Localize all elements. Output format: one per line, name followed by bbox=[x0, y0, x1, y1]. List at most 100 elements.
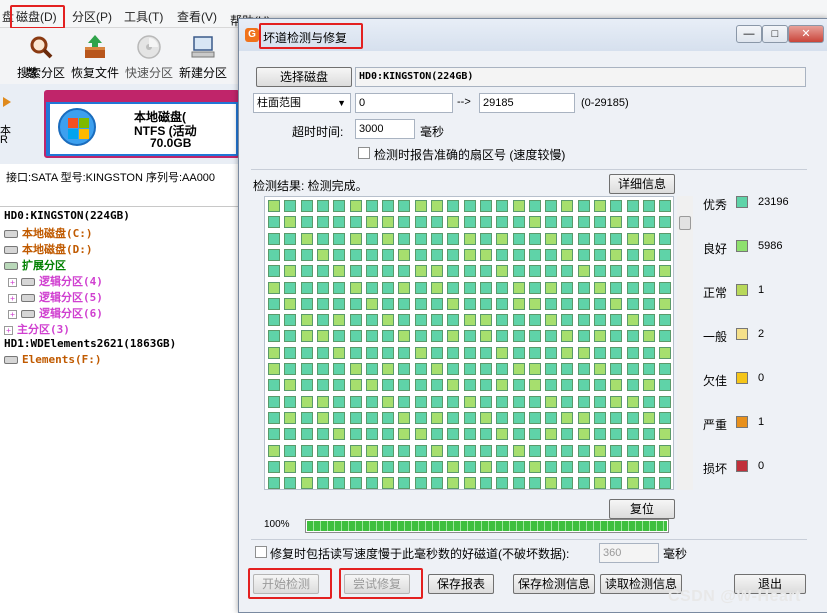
expand-icon[interactable]: + bbox=[4, 325, 13, 335]
save-detect-info-button[interactable]: 保存检测信息 bbox=[513, 574, 595, 594]
sector-cell bbox=[398, 346, 411, 359]
sector-cell bbox=[626, 281, 639, 294]
tree-item-logical-6[interactable]: + 逻辑分区(6) bbox=[8, 305, 103, 321]
sector-cell bbox=[594, 248, 606, 261]
sector-cell bbox=[300, 363, 313, 375]
sector-cell bbox=[479, 346, 492, 359]
sector-cell bbox=[545, 216, 558, 229]
range-end-input[interactable]: 29185 bbox=[479, 93, 575, 113]
sector-cell bbox=[414, 363, 427, 375]
sector-cell bbox=[512, 248, 525, 261]
sector-cell bbox=[577, 232, 590, 245]
menu-item-view[interactable]: 查看(V) bbox=[177, 8, 217, 25]
tree-item-disk-d[interactable]: 本地磁盘(D:) bbox=[4, 241, 93, 257]
sector-cell bbox=[349, 411, 362, 424]
expand-icon[interactable]: + bbox=[8, 309, 17, 319]
sector-cell bbox=[349, 346, 362, 359]
sector-cell bbox=[398, 216, 411, 229]
sector-cell bbox=[463, 444, 476, 457]
sector-cell bbox=[496, 444, 509, 457]
sector-cell bbox=[447, 281, 460, 294]
tree-item-primary-3[interactable]: + 主分区(3) bbox=[4, 321, 70, 337]
sector-cell bbox=[610, 281, 623, 294]
toolbar-recover-files-button[interactable]: 恢复文件 bbox=[64, 34, 126, 84]
timeout-unit: 毫秒 bbox=[420, 125, 445, 139]
sector-cell bbox=[528, 248, 541, 261]
dialog-title-bar[interactable]: G 坏道检测与修复 — □ ✕ bbox=[239, 19, 827, 51]
tree-item-label: 逻辑分区(4) bbox=[39, 275, 103, 288]
sector-cell bbox=[545, 297, 558, 310]
close-button[interactable]: ✕ bbox=[788, 25, 824, 43]
reset-button[interactable]: 复位 bbox=[609, 499, 675, 519]
sector-cell bbox=[431, 444, 443, 457]
disk-name-field: HD0:KINGSTON(224GB) bbox=[355, 67, 806, 87]
sector-cell bbox=[545, 444, 558, 457]
sector-cell bbox=[528, 460, 541, 473]
sector-cell bbox=[333, 379, 346, 392]
sector-cell bbox=[414, 411, 427, 424]
sector-cell bbox=[300, 281, 313, 294]
sector-cell bbox=[414, 379, 427, 392]
partition-icon bbox=[4, 246, 18, 254]
sector-cell bbox=[268, 411, 280, 424]
tree-item-logical-5[interactable]: + 逻辑分区(5) bbox=[8, 289, 103, 305]
tree-item-label: HD1:WDElements2621(1863GB) bbox=[4, 337, 177, 350]
tree-item-extended[interactable]: 扩展分区 bbox=[4, 257, 66, 273]
sector-cell bbox=[365, 314, 378, 327]
legend-label: 损坏 bbox=[703, 462, 728, 476]
sector-cell bbox=[284, 330, 297, 343]
range-type-select[interactable]: 柱面范围 ▼ bbox=[253, 93, 351, 113]
sector-cell bbox=[414, 477, 427, 490]
report-sector-checkbox[interactable] bbox=[358, 147, 370, 159]
sector-cell bbox=[414, 330, 427, 343]
legend-label: 严重 bbox=[703, 418, 728, 432]
sector-cell bbox=[642, 363, 655, 375]
tree-item-hd0[interactable]: HD0:KINGSTON(224GB) bbox=[4, 209, 130, 222]
toolbar-search-partition-button[interactable]: 搜索分区 bbox=[10, 34, 72, 84]
toolbar-search-label: 搜索分区 bbox=[16, 66, 65, 80]
sector-cell bbox=[300, 395, 313, 408]
sector-cell bbox=[268, 379, 280, 392]
range-start-input[interactable]: 0 bbox=[355, 93, 453, 113]
timeout-input[interactable]: 3000 bbox=[355, 119, 415, 139]
partition-bar[interactable]: 本地磁盘( NTFS (活动 70.0GB bbox=[44, 90, 240, 158]
maximize-button[interactable]: □ bbox=[762, 25, 788, 43]
minimize-button[interactable]: — bbox=[736, 25, 762, 43]
menu-item-tools[interactable]: 工具(T) bbox=[124, 8, 163, 25]
save-report-button[interactable]: 保存报表 bbox=[428, 574, 494, 594]
legend-swatch bbox=[736, 240, 748, 252]
expand-icon[interactable]: + bbox=[8, 277, 17, 287]
grid-scrollbar[interactable] bbox=[677, 196, 693, 490]
toolbar-new-partition-button[interactable]: 新建分区 bbox=[172, 34, 234, 84]
tree-item-hd1[interactable]: HD1:WDElements2621(1863GB) bbox=[4, 337, 176, 350]
scrollbar-thumb[interactable] bbox=[679, 216, 691, 230]
expand-icon[interactable]: + bbox=[8, 293, 17, 303]
highlight-disk-menu bbox=[10, 5, 65, 29]
details-button[interactable]: 详细信息 bbox=[609, 174, 675, 194]
sector-cell bbox=[333, 363, 346, 375]
partition-icon bbox=[4, 356, 18, 364]
sector-cell bbox=[545, 248, 558, 261]
toolbar-quick-partition-button[interactable]: 快速分区 bbox=[118, 34, 180, 84]
sector-cell bbox=[316, 216, 329, 229]
partition-bar-body: 本地磁盘( NTFS (活动 70.0GB bbox=[50, 104, 236, 154]
sector-cell bbox=[365, 444, 378, 457]
sector-cell bbox=[463, 395, 476, 408]
sector-cell bbox=[463, 411, 476, 424]
tree-item-logical-4[interactable]: + 逻辑分区(4) bbox=[8, 273, 103, 289]
magnifier-icon bbox=[30, 36, 53, 59]
repair-slow-input[interactable]: 360 bbox=[599, 543, 659, 563]
sector-cell bbox=[545, 460, 558, 473]
sector-cell bbox=[316, 281, 329, 294]
tree-item-elements-f[interactable]: Elements(F:) bbox=[4, 353, 101, 366]
sector-cell bbox=[349, 297, 362, 310]
sector-cell bbox=[349, 330, 362, 343]
sector-cell bbox=[300, 346, 313, 359]
menu-item-partition[interactable]: 分区(P) bbox=[72, 8, 112, 25]
select-disk-button[interactable]: 选择磁盘 bbox=[256, 67, 352, 87]
bad-sector-dialog: G 坏道检测与修复 — □ ✕ 选择磁盘 HD0:KINGSTON(224GB)… bbox=[238, 18, 827, 613]
repair-slow-checkbox[interactable] bbox=[255, 546, 267, 558]
sector-cell bbox=[642, 477, 655, 490]
arrow-right-icon[interactable] bbox=[2, 96, 12, 108]
tree-item-disk-c[interactable]: 本地磁盘(C:) bbox=[4, 225, 93, 241]
